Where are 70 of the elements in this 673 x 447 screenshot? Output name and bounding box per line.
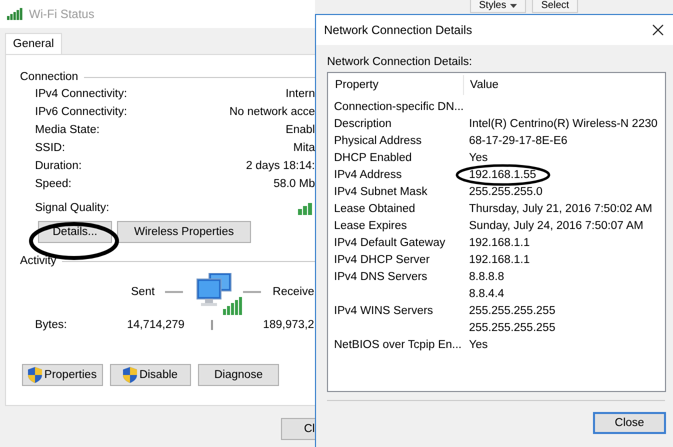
property-cell: Connection-specific DN...: [334, 100, 464, 112]
value-cell: 68-17-29-17-8E-E6: [469, 134, 568, 146]
property-cell: Lease Expires: [334, 220, 407, 232]
field-value: Intern: [286, 88, 315, 100]
property-cell: DHCP Enabled: [334, 152, 412, 164]
toolbar-label: Select: [541, 0, 570, 12]
received-label: Receive: [272, 286, 314, 298]
field-label: Signal Quality:: [35, 202, 110, 214]
window-title: Network Connection Details: [324, 23, 472, 37]
field-label: Media State:: [35, 124, 100, 136]
property-cell: IPv4 DNS Servers: [334, 270, 428, 282]
dialog-button[interactable]: Diagnose: [198, 364, 279, 386]
dialog-button[interactable]: Disable: [110, 364, 191, 386]
value-cell: Sunday, July 24, 2016 7:50:07 AM: [469, 220, 644, 232]
tab[interactable]: General: [5, 33, 62, 54]
property-cell: IPv4 Subnet Mask: [334, 186, 428, 198]
dialog-button[interactable]: Properties: [22, 364, 103, 386]
dialog-button[interactable]: Wireless Properties: [117, 221, 251, 243]
column-header[interactable]: Value: [464, 75, 499, 95]
property-cell: Lease Obtained: [334, 202, 416, 214]
shield-icon: [28, 367, 42, 383]
property-cell: IPv4 Address: [334, 168, 402, 180]
value-cell: 255.255.255.255: [469, 322, 556, 334]
value-cell: 192.168.1.1: [469, 254, 530, 266]
sent-label: Sent: [131, 286, 155, 298]
value-cell: 255.255.255.255: [469, 304, 556, 316]
field-label: SSID:: [35, 142, 66, 154]
value-cell: 255.255.255.0: [469, 186, 543, 198]
close-icon[interactable]: [652, 24, 664, 36]
field-value: 2 days 18:14:: [246, 160, 315, 172]
property-cell: Description: [334, 118, 392, 130]
window-title: Wi-Fi Status: [29, 7, 94, 21]
value-cell: 8.8.8.8: [469, 270, 504, 282]
value-cell: 192.168.1.55: [469, 168, 536, 180]
property-cell: IPv4 DHCP Server: [334, 254, 430, 266]
property-cell: IPv4 WINS Servers: [334, 304, 434, 316]
value-cell: Intel(R) Centrino(R) Wireless-N 2230: [469, 118, 658, 130]
field-value: No network acce: [229, 106, 315, 118]
signal-bars-icon: [298, 201, 314, 215]
field-label: Speed:: [35, 178, 72, 190]
field-label: IPv6 Connectivity:: [35, 106, 128, 118]
property-cell: NetBIOS over Tcpip En...: [334, 338, 462, 350]
property-cell: IPv4 Default Gateway: [334, 236, 446, 248]
group-heading: Activity: [20, 255, 56, 267]
field-value: Mita: [293, 142, 315, 154]
received-bytes: 189,973,2: [263, 319, 314, 331]
value-cell: Thursday, July 21, 2016 7:50:02 AM: [469, 202, 652, 214]
value-cell: Yes: [469, 152, 488, 164]
field-label: IPv4 Connectivity:: [35, 88, 128, 100]
column-header[interactable]: Property: [334, 75, 464, 95]
toolbar-button[interactable]: Styles: [470, 0, 526, 13]
field-label: Duration:: [35, 160, 82, 172]
signal-bars-icon: [7, 8, 23, 20]
value-cell: 8.8.4.4: [469, 288, 504, 300]
field-label: Bytes:: [35, 319, 68, 331]
sent-bytes: 14,714,279: [127, 319, 186, 331]
group-heading: Connection: [20, 71, 78, 83]
caret-icon: [510, 4, 518, 8]
close-button[interactable]: Cl: [281, 418, 315, 440]
property-cell: Physical Address: [334, 134, 422, 146]
shield-icon: [123, 367, 138, 383]
close-button[interactable]: Close: [593, 412, 666, 434]
value-cell: Yes: [469, 338, 488, 350]
network-computers-icon: [194, 273, 243, 317]
list-caption: Network Connection Details:: [327, 56, 474, 70]
field-value: 58.0 Mb: [273, 178, 315, 190]
field-value: Enabl: [286, 124, 315, 136]
value-cell: 192.168.1.1: [469, 236, 530, 248]
toolbar-button[interactable]: Select: [532, 0, 578, 13]
toolbar-label: Styles: [479, 0, 506, 12]
